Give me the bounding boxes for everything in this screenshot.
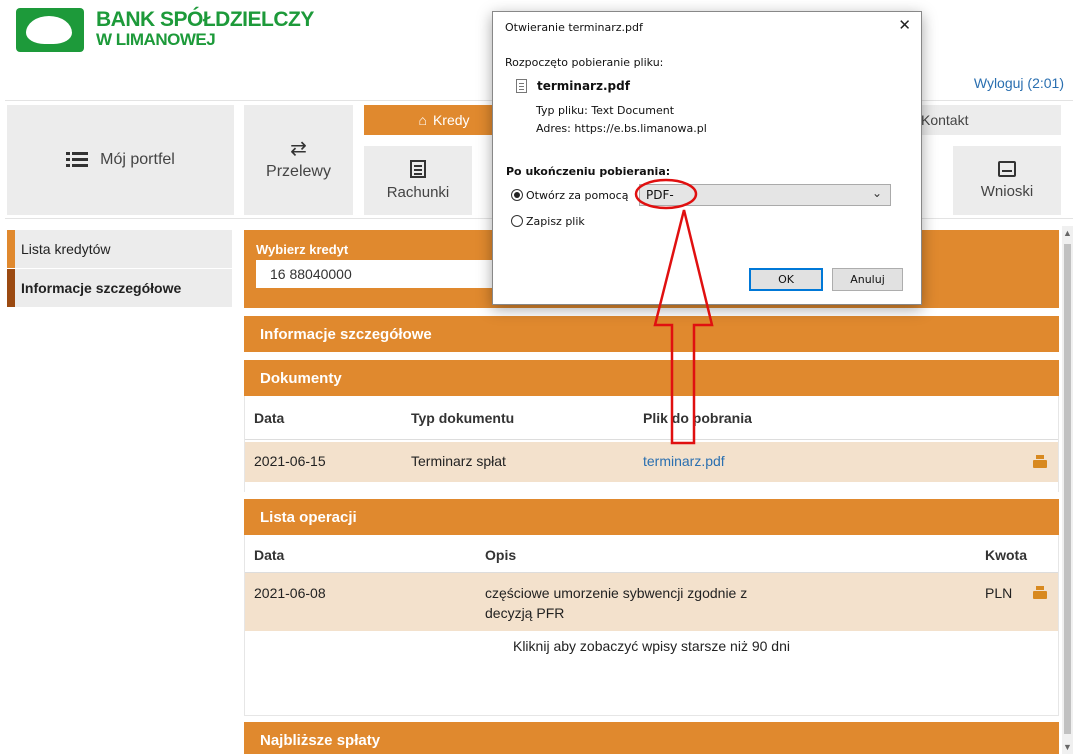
file-icon bbox=[516, 79, 527, 93]
operation-description-line2: decyzją PFR bbox=[485, 605, 565, 621]
open-with-label[interactable]: Otwórz za pomocą bbox=[526, 189, 628, 202]
nav-my-portfolio[interactable]: Mój portfel bbox=[7, 105, 234, 215]
column-header: Opis bbox=[485, 547, 517, 563]
save-file-radio[interactable] bbox=[511, 215, 523, 227]
sidebar-item-credit-list[interactable]: Lista kredytów bbox=[7, 230, 232, 268]
nav-accounts-label: Rachunki bbox=[386, 184, 450, 201]
nav-applications-label: Wnioski bbox=[980, 183, 1034, 200]
nav-contact-label: Kontakt bbox=[921, 112, 969, 128]
file-type-row: Typ pliku: Text Document bbox=[536, 104, 674, 117]
sidebar-item-label: Lista kredytów bbox=[21, 241, 111, 257]
sidebar-item-label: Informacje szczegółowe bbox=[21, 280, 182, 296]
table-row: 2021-06-15 Terminarz spłat terminarz.pdf bbox=[245, 442, 1058, 482]
ok-button[interactable]: OK bbox=[749, 268, 823, 291]
table-header-row: Data Typ dokumentu Plik do pobrania bbox=[245, 396, 1058, 440]
document-icon bbox=[410, 160, 426, 178]
cancel-button[interactable]: Anuluj bbox=[832, 268, 903, 291]
nav-transfers[interactable]: ⇄ Przelewy bbox=[244, 105, 353, 215]
vertical-scrollbar[interactable]: ▲ ▼ bbox=[1062, 226, 1073, 754]
column-header: Plik do pobrania bbox=[643, 410, 752, 426]
document-download-link[interactable]: terminarz.pdf bbox=[643, 453, 725, 469]
table-header-row: Data Opis Kwota bbox=[245, 535, 1058, 573]
file-type-value: Text Document bbox=[591, 104, 675, 117]
inbox-tray-icon bbox=[998, 161, 1016, 177]
file-address-label: Adres: bbox=[536, 122, 571, 135]
operation-date: 2021-06-08 bbox=[254, 585, 326, 601]
list-icon bbox=[66, 152, 89, 168]
download-filename: terminarz.pdf bbox=[537, 79, 630, 93]
documents-table: Data Typ dokumentu Plik do pobrania 2021… bbox=[244, 396, 1059, 492]
transfer-arrows-icon: ⇄ bbox=[290, 138, 307, 160]
close-icon[interactable]: ✕ bbox=[898, 16, 911, 34]
sidebar-item-details[interactable]: Informacje szczegółowe bbox=[7, 269, 232, 307]
older-entries-label[interactable]: Kliknij aby zobaczyć wpisy starsze niż 9… bbox=[513, 638, 790, 654]
print-icon[interactable] bbox=[1033, 455, 1047, 468]
scroll-up-icon[interactable]: ▲ bbox=[1062, 226, 1073, 240]
nav-contact-tab[interactable]: Kontakt bbox=[900, 105, 1061, 135]
logout-link[interactable]: Wyloguj (2:01) bbox=[974, 75, 1064, 91]
older-entries-link[interactable]: Kliknij aby zobaczyć wpisy starsze niż 9… bbox=[244, 638, 1059, 654]
open-with-radio[interactable] bbox=[511, 189, 523, 201]
column-header: Kwota bbox=[985, 547, 1027, 563]
chevron-down-icon: ⌄ bbox=[871, 186, 882, 200]
print-icon[interactable] bbox=[1033, 586, 1047, 599]
table-row: 2021-06-08 częściowe umorzenie sybwencji… bbox=[245, 573, 1058, 631]
file-type-label: Typ pliku: bbox=[536, 104, 588, 117]
section-upcoming-header[interactable]: Najbliższe spłaty bbox=[244, 722, 1059, 754]
section-documents-header[interactable]: Dokumenty bbox=[244, 360, 1059, 396]
credit-select[interactable]: 16 88040000 bbox=[256, 260, 506, 288]
nav-my-portfolio-label: Mój portfel bbox=[100, 151, 175, 168]
nav-credits-label: Kredy bbox=[432, 112, 470, 128]
scroll-down-icon[interactable]: ▼ bbox=[1062, 740, 1073, 754]
bank-logo[interactable] bbox=[16, 8, 84, 52]
column-header: Data bbox=[254, 410, 285, 426]
open-with-selected-value: PDF- bbox=[646, 188, 674, 202]
operation-description: częściowe umorzenie sybwencji zgodnie z bbox=[485, 585, 748, 601]
dialog-title: Otwieranie terminarz.pdf bbox=[505, 21, 643, 34]
after-download-label: Po ukończeniu pobierania: bbox=[506, 165, 671, 178]
open-with-select[interactable]: PDF- ⌄ bbox=[639, 184, 891, 206]
operation-amount: PLN bbox=[985, 585, 1013, 601]
download-started-text: Rozpoczęto pobieranie pliku: bbox=[505, 56, 664, 69]
file-address-row: Adres: https://e.bs.limanowa.pl bbox=[536, 122, 707, 135]
section-operations-header[interactable]: Lista operacji bbox=[244, 499, 1059, 535]
operations-table: Data Opis Kwota 2021-06-08 częściowe umo… bbox=[244, 535, 1059, 631]
document-type: Terminarz spłat bbox=[411, 453, 506, 469]
nav-applications[interactable]: Wnioski bbox=[953, 146, 1061, 215]
home-icon: ⌂ bbox=[418, 112, 427, 128]
document-date: 2021-06-15 bbox=[254, 453, 326, 469]
open-file-dialog: Otwieranie terminarz.pdf ✕ Rozpoczęto po… bbox=[492, 11, 922, 305]
scrollbar-thumb[interactable] bbox=[1064, 244, 1071, 734]
column-header: Data bbox=[254, 547, 285, 563]
file-address-value: https://e.bs.limanowa.pl bbox=[574, 122, 707, 135]
section-details-header[interactable]: Informacje szczegółowe bbox=[244, 316, 1059, 352]
nav-accounts[interactable]: Rachunki bbox=[364, 146, 472, 215]
column-header: Typ dokumentu bbox=[411, 410, 515, 426]
save-file-label[interactable]: Zapisz plik bbox=[526, 215, 585, 228]
nav-transfers-label: Przelewy bbox=[266, 163, 331, 180]
brand-name-line2: W LIMANOWEJ bbox=[96, 30, 216, 49]
brand-name-line1: BANK SPÓŁDZIELCZY bbox=[96, 8, 314, 31]
